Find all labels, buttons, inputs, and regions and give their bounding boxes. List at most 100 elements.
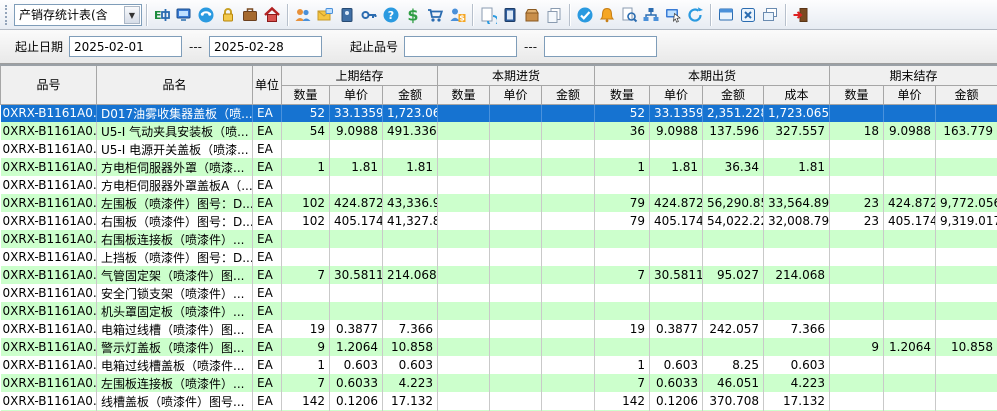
- cascade-icon[interactable]: [759, 4, 781, 26]
- col-header-prev-price[interactable]: 单价: [330, 85, 383, 104]
- report-selector[interactable]: 产销存统计表(含 ▼: [14, 4, 142, 26]
- approve-icon[interactable]: [574, 4, 596, 26]
- col-header-prev-amount[interactable]: 金额: [383, 85, 438, 104]
- toolbar-grip[interactable]: [5, 5, 10, 25]
- item-from-input[interactable]: [404, 36, 517, 57]
- cell-prev_qty: 7: [282, 374, 330, 392]
- briefcase-icon[interactable]: [239, 4, 261, 26]
- table-row[interactable]: 0XRX-B1161A0...警示灯盖板（喷漆件）图...EA91.206410…: [1, 338, 997, 356]
- money-icon[interactable]: $: [402, 4, 424, 26]
- report-refresh-icon[interactable]: [477, 4, 499, 26]
- lock-icon[interactable]: [217, 4, 239, 26]
- table-row[interactable]: 0XRX-B1161A0...电箱过线槽盖板（喷漆件...EA10.6030.6…: [1, 356, 997, 374]
- preview-icon[interactable]: [618, 4, 640, 26]
- statistics-grid: 品号 品名 单位 上期结存 本期进货 本期出货 期末结存 数量 单价 金额 数量…: [0, 64, 997, 411]
- table-row[interactable]: 0XRX-B1161A0...D017油雾收集器盖板（喷...EA5233.13…: [1, 104, 997, 122]
- col-header-prev-qty[interactable]: 数量: [282, 85, 330, 104]
- cell-prev_amount: [383, 140, 438, 158]
- table-row[interactable]: 0XRX-B1161A0...左围板（喷漆件）图号：D...EA102424.8…: [1, 194, 997, 212]
- col-header-end-qty[interactable]: 数量: [830, 85, 884, 104]
- cell-prev_amount: 43,336.946: [383, 194, 438, 212]
- cell-end_qty: [830, 374, 884, 392]
- table-row[interactable]: 0XRX-B1161A0...方电柜伺服器外罩（喷漆...EA11.811.81…: [1, 158, 997, 176]
- col-header-in-qty[interactable]: 数量: [438, 85, 490, 104]
- key-icon[interactable]: [358, 4, 380, 26]
- help-icon[interactable]: ?: [380, 4, 402, 26]
- col-header-unit[interactable]: 单位: [253, 66, 282, 104]
- cell-prev_amount: 0.603: [383, 356, 438, 374]
- refresh-icon[interactable]: [684, 4, 706, 26]
- cart-icon[interactable]: [424, 4, 446, 26]
- customer-money-icon[interactable]: $: [446, 4, 468, 26]
- cell-out_amount: [703, 140, 764, 158]
- table-row[interactable]: 0XRX-B1161A0...右围板（喷漆件）图号：D...EA102405.1…: [1, 212, 997, 230]
- card-icon[interactable]: [336, 4, 358, 26]
- notebook-icon[interactable]: [499, 4, 521, 26]
- remote-icon[interactable]: [662, 4, 684, 26]
- translate-icon[interactable]: E: [151, 4, 173, 26]
- group-header-end[interactable]: 期末结存: [830, 66, 997, 85]
- box-icon[interactable]: [521, 4, 543, 26]
- table-row[interactable]: 0XRX-B1161A0...左围板连接板（喷漆件）...EA70.60334.…: [1, 374, 997, 392]
- date-from-input[interactable]: [69, 36, 182, 57]
- cell-prev_qty: [282, 248, 330, 266]
- col-header-code[interactable]: 品号: [1, 66, 97, 104]
- cell-in_amount: [542, 302, 595, 320]
- table-row[interactable]: 0XRX-B1161A0...电箱过线槽（喷漆件）图...EA190.38777…: [1, 320, 997, 338]
- table-row[interactable]: 0XRX-B1161A0...上挡板（喷漆件）图号：D...EA: [1, 248, 997, 266]
- cell-in_price: [490, 104, 542, 122]
- table-row[interactable]: 0XRX-B1161A0...安全门锁支架（喷漆件）...EA: [1, 284, 997, 302]
- col-header-name[interactable]: 品名: [97, 66, 253, 104]
- cell-name: 安全门锁支架（喷漆件）...: [97, 284, 253, 302]
- cell-end_amount: 163.779: [936, 122, 997, 140]
- mail-icon[interactable]: [314, 4, 336, 26]
- cell-out_amount: [703, 338, 764, 356]
- table-row[interactable]: 0XRX-B1161A0...U5-I 电源开关盖板（喷漆...EA: [1, 140, 997, 158]
- alert-icon[interactable]: [596, 4, 618, 26]
- table-row[interactable]: 0XRX-B1161A0...方电柜伺服器外罩盖板A（...EA: [1, 176, 997, 194]
- cell-end_qty: [830, 302, 884, 320]
- cell-prev_qty: [282, 230, 330, 248]
- copy-icon[interactable]: [543, 4, 565, 26]
- table-row[interactable]: 0XRX-B1161A0...右围板连接板（喷漆件）...EA: [1, 230, 997, 248]
- table-row[interactable]: 0XRX-B1161A0...机头罩固定板（喷漆件）...EA: [1, 302, 997, 320]
- col-header-out-amount[interactable]: 金额: [703, 85, 764, 104]
- cell-in_price: [490, 356, 542, 374]
- col-header-out-qty[interactable]: 数量: [595, 85, 650, 104]
- cell-end_price: [884, 176, 936, 194]
- cell-prev_price: 1.2064: [330, 338, 383, 356]
- cell-in_qty: [438, 140, 490, 158]
- home-icon[interactable]: [261, 4, 283, 26]
- item-to-input[interactable]: [544, 36, 657, 57]
- chevron-down-icon[interactable]: ▼: [124, 6, 140, 24]
- group-header-in[interactable]: 本期进货: [438, 66, 595, 85]
- exit-icon[interactable]: [790, 4, 812, 26]
- table-row[interactable]: 0XRX-B1161A0...气管固定架（喷漆件）图...EA730.58112…: [1, 266, 997, 284]
- cell-prev_price: 0.6033: [330, 374, 383, 392]
- table-row[interactable]: 0XRX-B1161A0...线槽盖板（喷漆件）图号...EA1420.1206…: [1, 392, 997, 410]
- col-header-end-price[interactable]: 单价: [884, 85, 936, 104]
- date-to-input[interactable]: [209, 36, 322, 57]
- table-row[interactable]: 0XRX-B1161A0...U5-I 气动夹具安装板（喷...EA549.09…: [1, 122, 997, 140]
- cell-end_amount: [936, 248, 997, 266]
- cell-out_qty: 36: [595, 122, 650, 140]
- cell-out_amount: 46.051: [703, 374, 764, 392]
- cell-out_cost: [764, 338, 830, 356]
- cell-prev_amount: 10.858: [383, 338, 438, 356]
- col-header-in-price[interactable]: 单价: [490, 85, 542, 104]
- svg-text:?: ?: [388, 9, 394, 22]
- col-header-out-cost[interactable]: 成本: [764, 85, 830, 104]
- cell-in_qty: [438, 158, 490, 176]
- window-icon[interactable]: [715, 4, 737, 26]
- close-icon[interactable]: [737, 4, 759, 26]
- group-header-prev[interactable]: 上期结存: [282, 66, 438, 85]
- col-header-in-amount[interactable]: 金额: [542, 85, 595, 104]
- phone-icon[interactable]: [195, 4, 217, 26]
- col-header-end-amount[interactable]: 金额: [936, 85, 997, 104]
- users-icon[interactable]: [292, 4, 314, 26]
- group-header-out[interactable]: 本期出货: [595, 66, 830, 85]
- cell-name: 左围板连接板（喷漆件）...: [97, 374, 253, 392]
- orgchart-icon[interactable]: [640, 4, 662, 26]
- col-header-out-price[interactable]: 单价: [650, 85, 703, 104]
- monitor-icon[interactable]: [173, 4, 195, 26]
